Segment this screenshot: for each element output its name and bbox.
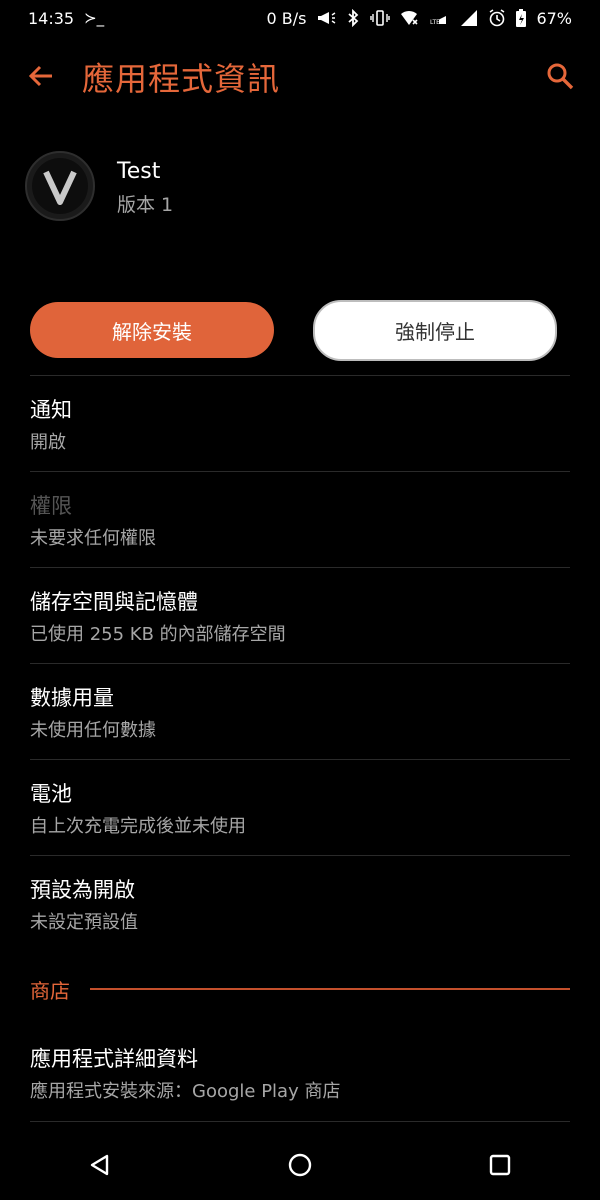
section-divider [90, 988, 570, 990]
status-left: 14:35 ≻_ [28, 9, 104, 28]
item-title: 通知 [30, 398, 72, 422]
item-title: 應用程式詳細資料 [30, 1047, 198, 1071]
force-stop-button[interactable]: 強制停止 [313, 300, 557, 361]
circle-home-icon [288, 1153, 312, 1177]
battery-charging-icon [516, 9, 527, 27]
app-version: 版本 1 [117, 194, 174, 216]
setting-open-by-default[interactable]: 預設為開啟 未設定預設值 [30, 856, 570, 952]
item-subtitle: 自上次充電完成後並未使用 [30, 816, 246, 837]
item-title: 預設為開啟 [30, 878, 135, 902]
toolbar: 應用程式資訊 [0, 44, 600, 108]
terminal-icon: ≻_ [84, 8, 105, 27]
setting-permissions[interactable]: 權限 未要求任何權限 [30, 472, 570, 568]
navigation-bar [0, 1130, 600, 1200]
signal-icon [461, 10, 478, 26]
item-subtitle: 已使用 255 KB 的內部儲存空間 [30, 624, 286, 645]
vibrate-icon [370, 10, 391, 26]
item-subtitle: 應用程式安裝來源：Google Play 商店 [30, 1081, 341, 1102]
wifi-off-icon [401, 10, 419, 25]
item-title: 權限 [30, 494, 72, 518]
item-title: 儲存空間與記憶體 [30, 590, 198, 614]
item-subtitle: 未設定預設值 [30, 912, 138, 933]
uninstall-button[interactable]: 解除安裝 [30, 302, 274, 358]
net-speed: 0 B/s [266, 8, 307, 28]
setting-battery[interactable]: 電池 自上次充電完成後並未使用 [30, 760, 570, 856]
setting-data-usage[interactable]: 數據用量 未使用任何數據 [30, 664, 570, 760]
divider [30, 1121, 570, 1122]
bluetooth-icon [348, 9, 359, 27]
triangle-back-icon [90, 1154, 109, 1176]
item-subtitle: 開啟 [30, 432, 66, 453]
search-icon [547, 63, 574, 90]
page-title: 應用程式資訊 [82, 60, 281, 98]
alarm-icon [489, 9, 505, 27]
v-logo-icon [24, 150, 96, 222]
app-name: Test [117, 159, 161, 184]
store-section-header: 商店 [30, 972, 570, 1006]
item-subtitle: 未使用任何數據 [30, 720, 156, 741]
back-button[interactable] [24, 58, 60, 94]
clock: 14:35 [28, 8, 75, 28]
megaphone-icon [318, 12, 336, 24]
item-title: 數據用量 [30, 686, 114, 710]
setting-storage[interactable]: 儲存空間與記憶體 已使用 255 KB 的內部儲存空間 [30, 568, 570, 664]
volte-icon: LTE [429, 16, 447, 26]
recents-nav-button[interactable] [470, 1135, 530, 1195]
svg-text:LTE: LTE [430, 19, 440, 26]
back-nav-button[interactable] [70, 1135, 130, 1195]
section-label: 商店 [30, 978, 70, 1003]
square-recents-icon [489, 1154, 511, 1176]
home-nav-button[interactable] [270, 1135, 330, 1195]
battery-percent: 67% [536, 8, 572, 28]
setting-app-details[interactable]: 應用程式詳細資料 應用程式安裝來源：Google Play 商店 [30, 1025, 570, 1121]
status-right: 0 B/s LTE 67% [266, 9, 572, 28]
setting-notifications[interactable]: 通知 開啟 [30, 376, 570, 472]
item-title: 電池 [30, 782, 72, 806]
search-button[interactable] [540, 56, 580, 96]
item-subtitle: 未要求任何權限 [30, 528, 156, 549]
arrow-left-icon [28, 65, 52, 87]
status-bar: 14:35 ≻_ 0 B/s LTE 67% [0, 0, 600, 36]
app-header: Test 版本 1 [24, 150, 576, 230]
